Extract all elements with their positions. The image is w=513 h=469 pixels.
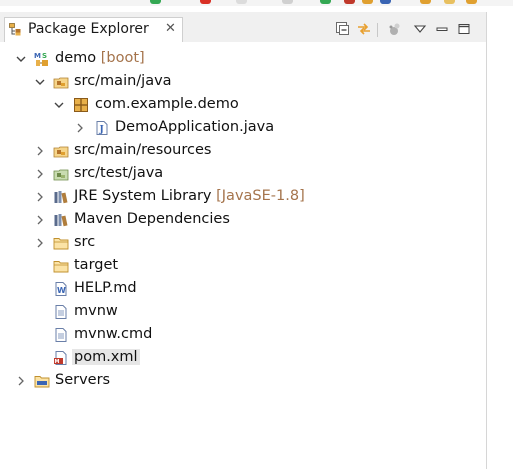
tree-item-label: Servers — [55, 372, 111, 388]
toolbar-icon[interactable] — [380, 0, 391, 4]
tree-item-decoration: [boot] — [100, 50, 145, 66]
minimize-icon[interactable] — [434, 21, 450, 37]
tree-item-src[interactable]: src — [0, 232, 480, 255]
tree-item-mvnw-cmd[interactable]: mvnw.cmd — [0, 324, 480, 347]
eclipse-window: Package Explorer ✕ M S demo [boot] src/m… — [0, 0, 513, 469]
tree-item-src-main-resources[interactable]: src/main/resources — [0, 140, 480, 163]
toolbar-icon[interactable] — [344, 0, 355, 4]
toolbar-separator — [377, 23, 378, 37]
text-file-icon — [55, 305, 67, 319]
chevron-down-icon[interactable] — [412, 21, 428, 37]
text-file-icon — [55, 328, 67, 342]
tree-item-label: src/test/java — [74, 165, 164, 181]
tree-item-label: Maven Dependencies — [74, 211, 230, 227]
svg-text:J: J — [99, 125, 104, 135]
tree-item-target[interactable]: target — [0, 255, 480, 278]
test-source-folder-icon — [53, 169, 69, 181]
tree-item-src-main-java[interactable]: src/main/java — [0, 71, 480, 94]
tree-item-label: target — [74, 257, 119, 273]
tree-item-label: src/main/java — [74, 73, 172, 89]
tree-item-label: com.example.demo — [95, 96, 239, 112]
tree-item-package[interactable]: com.example.demo — [0, 94, 480, 117]
chevron-down-icon[interactable] — [15, 53, 27, 65]
toolbar-icon[interactable] — [420, 0, 431, 4]
chevron-right-icon[interactable] — [74, 122, 86, 134]
source-folder-icon — [53, 77, 69, 89]
toolbar-icon[interactable] — [362, 0, 373, 4]
maven-pom-icon: M — [54, 351, 67, 365]
tree-item-label: mvnw — [74, 303, 118, 319]
tree-item-maven-dependencies[interactable]: Maven Dependencies — [0, 209, 480, 232]
debug-icon[interactable] — [320, 0, 331, 4]
tree-item-decoration: [JavaSE-1.8] — [216, 188, 305, 204]
tree-item-label: HELP.md — [74, 280, 137, 296]
toolbar-icon[interactable] — [444, 0, 455, 4]
maven-project-icon: M S — [34, 52, 48, 66]
stop-icon[interactable] — [200, 0, 211, 4]
library-icon — [54, 191, 68, 204]
tree-item-label: pom.xml — [72, 349, 140, 365]
maximize-icon[interactable] — [456, 21, 472, 37]
tree-item-label: mvnw.cmd — [74, 326, 153, 342]
library-icon — [54, 214, 68, 227]
toolbar-icon[interactable] — [466, 0, 477, 4]
tree-item-src-test-java[interactable]: src/test/java — [0, 163, 480, 186]
package-explorer-icon — [9, 23, 21, 36]
tree-item-mvnw[interactable]: mvnw — [0, 301, 480, 324]
chevron-right-icon[interactable] — [15, 375, 27, 387]
chevron-right-icon[interactable] — [34, 237, 46, 249]
tree-item-demo-application[interactable]: J DemoApplication.java — [0, 117, 480, 140]
tree-item-project-demo[interactable]: M S demo [boot] — [0, 48, 480, 71]
svg-text:M: M — [34, 52, 41, 60]
servers-folder-icon — [34, 376, 50, 388]
chevron-right-icon[interactable] — [34, 191, 46, 203]
chevron-right-icon[interactable] — [34, 145, 46, 157]
chevron-down-icon[interactable] — [34, 76, 46, 88]
tree-item-label: src — [74, 234, 96, 250]
svg-text:M: M — [55, 359, 60, 365]
folder-icon — [53, 261, 69, 273]
source-folder-icon — [53, 146, 69, 158]
java-file-icon: J — [96, 121, 108, 135]
view-header: Package Explorer ✕ — [0, 12, 486, 42]
chevron-right-icon[interactable] — [34, 214, 46, 226]
focus-on-active-task-button[interactable] — [386, 21, 402, 37]
chevron-down-icon[interactable] — [53, 99, 65, 111]
close-icon[interactable]: ✕ — [165, 21, 176, 36]
folder-icon — [53, 238, 69, 250]
collapse-all-button[interactable] — [334, 21, 350, 37]
chevron-right-icon[interactable] — [34, 168, 46, 180]
tree-item-label: src/main/resources — [74, 142, 212, 158]
tree-item-jre-system-library[interactable]: JRE System Library [JavaSE-1.8] — [0, 186, 480, 209]
toolbar-icon[interactable] — [236, 0, 247, 4]
tree-item-label: JRE System Library — [74, 188, 212, 204]
tab-title: Package Explorer — [28, 21, 149, 37]
link-with-editor-button[interactable] — [356, 21, 372, 37]
markdown-file-icon: W — [55, 282, 67, 296]
run-icon[interactable] — [150, 0, 161, 4]
tree-item-servers[interactable]: Servers — [0, 370, 480, 393]
svg-text:W: W — [57, 286, 66, 295]
tree-item-label: DemoApplication.java — [115, 119, 275, 135]
package-icon — [74, 98, 88, 112]
svg-text:S: S — [42, 52, 47, 60]
main-toolbar-strip — [0, 0, 513, 6]
tree-item-help-md[interactable]: W HELP.md — [0, 278, 480, 301]
tree-item-pom-xml[interactable]: M pom.xml — [0, 347, 480, 370]
tab-package-explorer[interactable]: Package Explorer ✕ — [4, 17, 183, 42]
toolbar-icon[interactable] — [282, 0, 293, 4]
tree-item-label: demo — [55, 50, 97, 66]
